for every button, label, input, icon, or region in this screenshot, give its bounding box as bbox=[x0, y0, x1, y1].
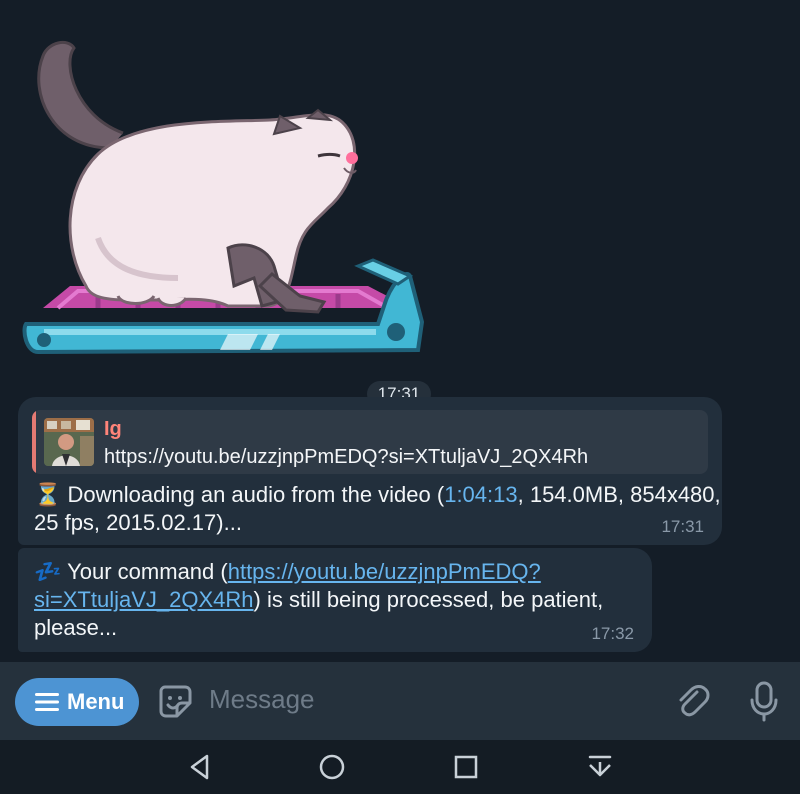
video-thumbnail bbox=[44, 418, 94, 466]
menu-label: Menu bbox=[67, 689, 125, 714]
microphone-icon[interactable] bbox=[748, 680, 780, 722]
video-duration[interactable]: 1:04:13 bbox=[444, 482, 517, 507]
menu-button[interactable]: Menu bbox=[15, 678, 139, 726]
message-text: ⏳ Downloading an audio from the video (1… bbox=[34, 481, 724, 537]
hamburger-menu-icon bbox=[35, 693, 59, 711]
chat-area[interactable]: 17:31 Ig https://youtu.be/uzzjnpPmEDQ?si… bbox=[0, 0, 800, 662]
message-time: 17:32 bbox=[591, 624, 634, 643]
sticker-image bbox=[22, 40, 425, 355]
reply-author: Ig bbox=[104, 418, 122, 440]
sleep-icon: 💤 bbox=[34, 559, 62, 584]
message-input[interactable]: Message bbox=[209, 684, 315, 715]
back-icon[interactable] bbox=[185, 752, 215, 782]
message-text-start: Your command ( bbox=[61, 559, 228, 584]
reply-preview[interactable]: Ig https://youtu.be/uzzjnpPmEDQ?si=XTtul… bbox=[32, 410, 708, 474]
cat-on-treadmill-sticker[interactable]: 17:31 bbox=[18, 38, 431, 407]
attach-paperclip-icon[interactable] bbox=[674, 683, 710, 719]
reply-accent-bar bbox=[32, 410, 36, 474]
message-bubble[interactable]: 💤 Your command (https://youtu.be/uzzjnpP… bbox=[18, 548, 652, 652]
message-text-start: Downloading an audio from the video ( bbox=[61, 482, 445, 507]
message-composer: Menu Message bbox=[0, 662, 800, 740]
message-text: 💤 Your command (https://youtu.be/uzzjnpP… bbox=[34, 558, 644, 642]
notification-pull-down-icon[interactable] bbox=[585, 752, 615, 782]
system-navigation-bar bbox=[0, 740, 800, 794]
hourglass-icon: ⏳ bbox=[34, 482, 62, 507]
message-bubble[interactable]: Ig https://youtu.be/uzzjnpPmEDQ?si=XTtul… bbox=[18, 397, 722, 545]
home-icon[interactable] bbox=[317, 752, 347, 782]
recent-apps-icon[interactable] bbox=[451, 752, 481, 782]
reply-text: https://youtu.be/uzzjnpPmEDQ?si=XTtuljaV… bbox=[104, 446, 589, 468]
sticker-icon[interactable] bbox=[157, 683, 193, 719]
message-time: 17:31 bbox=[661, 517, 704, 536]
